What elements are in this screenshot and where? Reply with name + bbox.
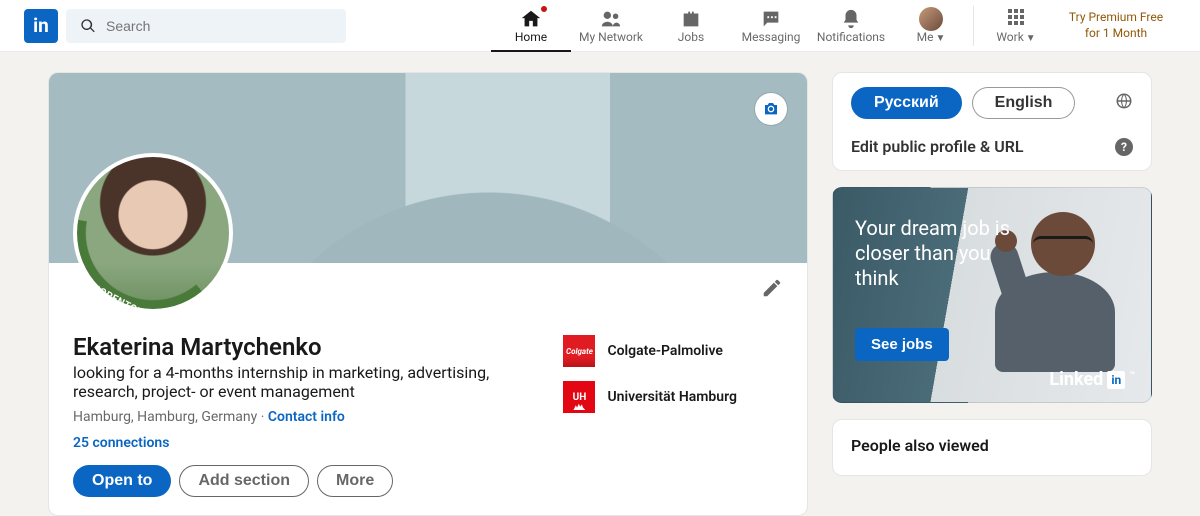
pencil-icon — [761, 277, 783, 299]
nav-jobs[interactable]: Jobs — [651, 0, 731, 52]
nav-notifications[interactable]: Notifications — [811, 0, 891, 52]
language-toggle: Русский English — [851, 87, 1133, 119]
experience-item[interactable]: UH Universität Hamburg — [563, 381, 737, 413]
help-icon[interactable]: ? — [1115, 138, 1133, 156]
apps-grid-icon — [1008, 8, 1024, 30]
trademark-icon: ™ — [1129, 371, 1135, 381]
see-jobs-button[interactable]: See jobs — [855, 328, 949, 361]
nav-separator — [973, 6, 974, 46]
experience-label: Colgate-Palmolive — [607, 343, 722, 359]
people-also-viewed-card: People also viewed — [832, 419, 1152, 476]
search-input[interactable] — [66, 9, 346, 43]
location-separator: · — [257, 409, 268, 425]
contact-info-link[interactable]: Contact info — [268, 409, 345, 425]
colgate-logo: Colgate — [563, 335, 595, 367]
nav-notifications-label: Notifications — [817, 30, 885, 44]
premium-upsell-link[interactable]: Try Premium Free for 1 Month — [1056, 0, 1176, 52]
experience-summary: Colgate Colgate-Palmolive UH Universität… — [563, 335, 737, 413]
edit-profile-button[interactable] — [761, 277, 783, 303]
edit-cover-button[interactable] — [755, 93, 787, 125]
experience-label: Universität Hamburg — [607, 389, 737, 405]
nav-jobs-label: Jobs — [678, 30, 704, 44]
home-notification-badge — [539, 4, 549, 14]
add-section-button[interactable]: Add section — [179, 465, 309, 497]
nav-me-label: Me▼ — [917, 30, 946, 44]
nav-network-label: My Network — [579, 30, 643, 44]
caret-down-icon: ▼ — [1026, 33, 1036, 44]
sidebar-column: Русский English Edit public profile & UR… — [832, 72, 1152, 516]
global-header: in Home My Network Jobs — [0, 0, 1200, 52]
avatar-image: #OPENTOWORK — [77, 157, 229, 309]
linkedin-logo[interactable]: in — [24, 9, 58, 43]
lang-russian-button[interactable]: Русский — [851, 87, 962, 119]
edit-public-profile-link[interactable]: Edit public profile & URL ? — [851, 137, 1133, 156]
globe-icon[interactable] — [1115, 92, 1133, 114]
caret-down-icon: ▼ — [935, 33, 945, 44]
edit-public-label: Edit public profile & URL — [851, 137, 1024, 156]
open-to-button[interactable]: Open to — [73, 465, 171, 497]
nav-home[interactable]: Home — [491, 0, 571, 52]
bell-icon — [840, 8, 862, 30]
nav-work-label: Work▼ — [996, 30, 1035, 44]
briefcase-icon — [680, 8, 702, 30]
uni-hamburg-logo: UH — [563, 381, 595, 413]
profile-column: #OPENTOWORK Ekaterina Martychenko lookin… — [48, 72, 808, 516]
people-icon — [599, 8, 623, 30]
profile-photo[interactable]: #OPENTOWORK — [73, 153, 233, 313]
nav-messaging[interactable]: Messaging — [731, 0, 811, 52]
nav-work[interactable]: Work▼ — [976, 0, 1056, 52]
lang-english-button[interactable]: English — [972, 87, 1076, 119]
profile-headline: looking for a 4-months internship in mar… — [73, 363, 553, 401]
connections-link[interactable]: 25 connections — [73, 435, 783, 451]
linkedin-wordmark: Linked in ™ — [1049, 369, 1135, 390]
nav-home-label: Home — [515, 30, 547, 44]
nav-messaging-label: Messaging — [742, 30, 801, 44]
linkedin-square-icon: in — [1107, 371, 1125, 389]
nav-network[interactable]: My Network — [571, 0, 651, 52]
experience-item[interactable]: Colgate Colgate-Palmolive — [563, 335, 737, 367]
search-box — [66, 9, 346, 43]
search-icon — [80, 18, 96, 38]
top-nav: Home My Network Jobs Messaging Notificat… — [491, 0, 1176, 52]
main-content: #OPENTOWORK Ekaterina Martychenko lookin… — [0, 52, 1200, 516]
profile-location: Hamburg, Hamburg, Germany — [73, 409, 257, 425]
nav-me[interactable]: Me▼ — [891, 0, 971, 52]
profile-actions: Open to Add section More — [73, 465, 783, 497]
ad-brand-text: Linked — [1049, 369, 1103, 390]
more-button[interactable]: More — [317, 465, 393, 497]
me-avatar-icon — [919, 8, 943, 30]
jobs-ad-card[interactable]: Your dream job is closer than you think … — [832, 187, 1152, 403]
ad-headline: Your dream job is closer than you think — [855, 216, 1015, 291]
language-profile-card: Русский English Edit public profile & UR… — [832, 72, 1152, 171]
people-also-viewed-title: People also viewed — [851, 436, 1133, 455]
camera-icon — [763, 101, 779, 117]
profile-card: #OPENTOWORK Ekaterina Martychenko lookin… — [48, 72, 808, 516]
message-icon — [760, 8, 782, 30]
profile-body: #OPENTOWORK Ekaterina Martychenko lookin… — [49, 263, 807, 515]
